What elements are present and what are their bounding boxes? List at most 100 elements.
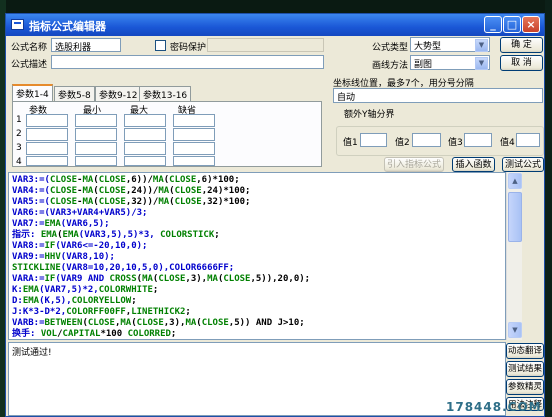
code-token: LINETHICK2: [131, 307, 186, 317]
param-max-cell[interactable]: [124, 156, 166, 166]
close-button[interactable]: ×: [522, 16, 540, 33]
insert-function-button[interactable]: 插入函数: [452, 157, 495, 172]
formula-type-value: 大势型: [414, 42, 442, 52]
code-line: D:EMA(K,5),COLORYELLOW;: [12, 296, 137, 307]
param-default-cell[interactable]: [173, 142, 215, 155]
editor-scrollbar[interactable]: ▲ ▼: [506, 172, 522, 340]
tab-params-5-8[interactable]: 参数5-8: [54, 86, 95, 101]
param-row-number: 1: [16, 115, 22, 125]
formula-desc-input[interactable]: [51, 55, 324, 69]
extra-y-value-4-input[interactable]: [516, 133, 540, 147]
scroll-down-button[interactable]: ▼: [508, 322, 522, 338]
ok-button[interactable]: 确 定: [500, 37, 543, 53]
test-formula-button[interactable]: 测试公式: [502, 157, 544, 172]
cancel-button[interactable]: 取 消: [500, 55, 543, 71]
title-bar[interactable]: 指标公式编辑器 _ □ ×: [6, 14, 544, 36]
code-token: 换手:: [12, 329, 41, 339]
code-line: VAR3:=(CLOSE-MA(CLOSE,6))/MA(CLOSE,6)*10…: [12, 175, 240, 186]
code-token: EMA: [22, 296, 40, 306]
password-checkbox[interactable]: [155, 40, 166, 51]
param-wizard-button[interactable]: 参数精灵: [506, 379, 544, 395]
extra-y-axis-legend: 额外Y轴分界: [342, 107, 397, 120]
code-token: BETWEEN: [44, 318, 83, 328]
param-max-cell[interactable]: [124, 142, 166, 155]
code-token: CLOSE: [174, 186, 202, 196]
tab-params-13-16[interactable]: 参数13-16: [139, 86, 192, 101]
code-token: CLOSE: [98, 197, 126, 207]
code-token: *100: [100, 329, 128, 339]
code-token: MA: [158, 186, 170, 196]
axis-position-input[interactable]: 自动: [333, 88, 543, 103]
param-default-cell[interactable]: [173, 114, 215, 127]
formula-type-select[interactable]: 大势型 ▼: [410, 37, 490, 52]
import-formula-button[interactable]: 引入指标公式: [384, 157, 444, 172]
code-token: CLOSE: [49, 186, 78, 196]
formula-name-input[interactable]: 选股利器: [51, 38, 121, 52]
test-output-text: 测试通过!: [12, 348, 52, 358]
param-name-cell[interactable]: [26, 142, 68, 155]
param-name-cell[interactable]: [26, 156, 68, 166]
param-name-cell[interactable]: [26, 128, 68, 141]
code-line: VARB:=BETWEEN(CLOSE,MA(CLOSE,3),MA(CLOSE…: [12, 318, 305, 329]
code-token: VAR3:=(: [12, 175, 50, 185]
code-token: MA: [207, 274, 218, 284]
maximize-button[interactable]: □: [503, 16, 521, 33]
param-min-cell[interactable]: [75, 142, 117, 155]
formula-desc-label: 公式描述: [11, 60, 48, 70]
code-token: CLOSE: [98, 175, 126, 185]
password-input[interactable]: [207, 38, 324, 52]
param-row-number: 2: [16, 129, 22, 139]
param-min-cell[interactable]: [75, 114, 117, 127]
code-token: VAR6:=(VAR3+VAR4+VAR5)/3;: [12, 208, 148, 218]
code-token: ;: [152, 285, 159, 295]
param-tab-panel: 参数 最小 最大 缺省 1 2 3 4: [12, 101, 322, 167]
param-max-cell[interactable]: [124, 128, 166, 141]
chevron-down-icon: ▼: [475, 39, 488, 52]
window-title: 指标公式编辑器: [29, 20, 106, 33]
code-line: VARA:=IF(VAR9 AND CROSS(MA(CLOSE,3),MA(C…: [12, 274, 310, 285]
formula-name-label: 公式名称: [11, 43, 48, 53]
param-default-cell[interactable]: [173, 156, 215, 166]
code-token: CLOSE: [158, 274, 186, 284]
code-token: VAR9:=: [12, 252, 45, 262]
code-line: VAR4:=(CLOSE-MA(CLOSE,24))/MA(CLOSE,24)*…: [12, 186, 250, 197]
code-token: (VAR8=10,20,10,5,0),COLOR6666FF;: [60, 263, 235, 273]
param-max-cell[interactable]: [124, 114, 166, 127]
tab-params-9-12[interactable]: 参数9-12: [95, 86, 142, 101]
code-token: MA: [82, 197, 94, 207]
code-token: ,32))/: [125, 197, 159, 207]
param-min-cell[interactable]: [75, 156, 117, 166]
extra-y-value-1-input[interactable]: [360, 133, 387, 147]
code-line: VAR9:=HHV(VAR8,10);: [12, 252, 115, 263]
scroll-up-button[interactable]: ▲: [508, 173, 522, 189]
param-min-cell[interactable]: [75, 128, 117, 141]
code-token: (VAR7,5)*2,: [39, 285, 99, 295]
extra-y-value-2-input[interactable]: [412, 133, 441, 147]
extra-y-value-3-input[interactable]: [464, 133, 492, 147]
code-token: ;: [170, 329, 177, 339]
code-token: MA: [82, 175, 94, 185]
code-token: CAPITAL: [62, 329, 101, 339]
draw-method-select[interactable]: 副图 ▼: [410, 55, 490, 70]
scroll-thumb[interactable]: [508, 192, 522, 242]
code-line: STICKLINE(VAR8=10,20,10,5,0),COLOR6666FF…: [12, 263, 234, 274]
code-token: VAR8:=: [12, 241, 45, 251]
formula-code-editor[interactable]: VAR3:=(CLOSE-MA(CLOSE,6))/MA(CLOSE,6)*10…: [8, 172, 506, 340]
draw-method-value: 副图: [414, 60, 433, 70]
code-token: CLOSE: [49, 175, 78, 185]
param-name-cell[interactable]: [26, 114, 68, 127]
code-token: (VAR3,5),5)*3,: [78, 230, 161, 240]
code-token: (VAR8,10);: [60, 252, 115, 262]
minimize-button[interactable]: _: [484, 16, 502, 33]
param-default-cell[interactable]: [173, 128, 215, 141]
code-line: VAR6:=(VAR3+VAR4+VAR5)/3;: [12, 208, 147, 219]
code-token: ,6)*100;: [196, 175, 240, 185]
code-line: VAR5:=(CLOSE-MA(CLOSE,32))/MA(CLOSE,32)*…: [12, 197, 250, 208]
extra-y-axis-group: 值1 值2 值3 值4: [336, 126, 544, 156]
test-result-button[interactable]: 测试结果: [506, 361, 544, 377]
tab-params-1-4[interactable]: 参数1-4: [12, 84, 53, 102]
site-watermark: 178448.COM: [446, 400, 542, 414]
dynamic-translate-button[interactable]: 动态翻译: [506, 343, 544, 359]
code-token: EMA: [62, 230, 79, 240]
code-token: ;: [214, 230, 220, 240]
